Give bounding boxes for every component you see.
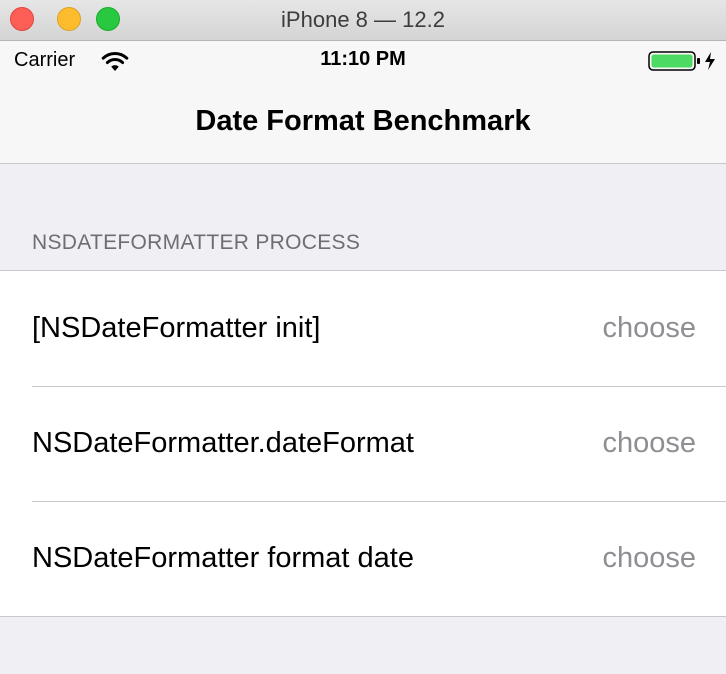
section-header: NSDATEFORMATTER PROCESS	[32, 231, 361, 254]
row-title: NSDateFormatter.dateFormat	[32, 427, 414, 459]
row-title: [NSDateFormatter init]	[32, 312, 321, 344]
window-titlebar: iPhone 8 — 12.2	[0, 0, 726, 41]
window-title: iPhone 8 — 12.2	[281, 7, 445, 32]
simulator-window: iPhone 8 — 12.2 Carrier 11:10 PM Date Fo…	[0, 0, 726, 674]
row-nsdateformatter-dateformat[interactable]: NSDateFormatter.dateFormat choose	[0, 386, 726, 501]
page-title: Date Format Benchmark	[195, 105, 531, 137]
settings-table: [NSDateFormatter init] choose NSDateForm…	[0, 270, 726, 617]
battery-charging-icon	[648, 51, 715, 71]
row-detail: choose	[602, 312, 696, 344]
row-detail: choose	[602, 542, 696, 574]
ios-status-bar: Carrier 11:10 PM	[0, 41, 726, 81]
row-nsdateformatter-init[interactable]: [NSDateFormatter init] choose	[0, 271, 726, 386]
status-time: 11:10 PM	[320, 48, 406, 70]
row-detail: choose	[602, 427, 696, 459]
navigation-bar: Date Format Benchmark	[0, 81, 726, 164]
row-title: NSDateFormatter format date	[32, 542, 414, 574]
row-nsdateformatter-format-date[interactable]: NSDateFormatter format date choose	[0, 501, 726, 616]
